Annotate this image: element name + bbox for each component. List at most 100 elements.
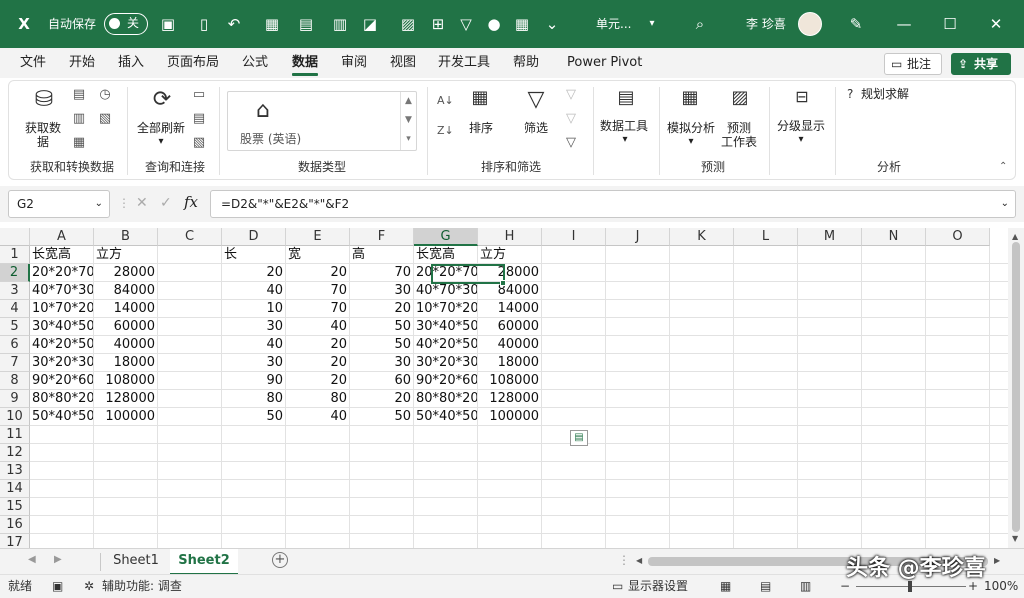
sort-asc-icon[interactable]: A↓	[437, 93, 454, 109]
sort-button[interactable]: 排序	[465, 121, 497, 135]
add-sheet-icon[interactable]: +	[272, 552, 288, 568]
row-header-14[interactable]: 14	[0, 480, 30, 498]
existing-connections-icon[interactable]: ▧	[97, 111, 113, 127]
cell-a5[interactable]: 30*40*50	[30, 318, 93, 336]
cell-a9[interactable]: 80*80*20	[30, 390, 93, 408]
cell-b3[interactable]: 84000	[94, 282, 157, 300]
filter-button[interactable]: 筛选	[517, 121, 555, 135]
tab-view[interactable]: 视图	[390, 48, 416, 78]
enter-icon[interactable]: ✓	[160, 195, 172, 211]
text-csv-icon[interactable]: ▤	[71, 87, 87, 103]
scroll-up-icon[interactable]: ▲	[1012, 232, 1018, 241]
row-header-3[interactable]: 3	[0, 282, 30, 300]
cell-b6[interactable]: 40000	[94, 336, 157, 354]
share-button[interactable]: ⇪ 共享	[951, 53, 1011, 75]
more-icon[interactable]: ⌄	[542, 14, 562, 34]
cell-g5[interactable]: 30*40*50	[414, 318, 477, 336]
row-header-13[interactable]: 13	[0, 462, 30, 480]
picture-icon[interactable]: ◪	[360, 14, 380, 34]
cell-b2[interactable]: 28000	[94, 264, 157, 282]
column-header-j[interactable]: J	[606, 228, 670, 246]
cell-a4[interactable]: 10*70*20	[30, 300, 93, 318]
column-header-l[interactable]: L	[734, 228, 798, 246]
cell-f10[interactable]: 50	[350, 408, 413, 426]
cell-e6[interactable]: 20	[286, 336, 349, 354]
row-header-10[interactable]: 10	[0, 408, 30, 426]
tab-insert[interactable]: 插入	[118, 48, 144, 78]
circle-icon[interactable]: ●	[484, 14, 504, 34]
macro-record-icon[interactable]: ▣	[52, 575, 63, 598]
tab-help[interactable]: 帮助	[513, 48, 539, 78]
cell-e2[interactable]: 20	[286, 264, 349, 282]
column-header-c[interactable]: C	[158, 228, 222, 246]
cell-g1[interactable]: 长宽高	[414, 246, 477, 264]
cell-h1[interactable]: 立方	[478, 246, 541, 264]
formula-input[interactable]: =D2&"*"&E2&"*"&F2 ⌄	[210, 190, 1016, 218]
cell-d8[interactable]: 90	[222, 372, 285, 390]
advanced-filter-icon[interactable]: ▽	[563, 135, 579, 151]
auto-fill-options-icon[interactable]: ▤	[570, 430, 588, 446]
cell-d7[interactable]: 30	[222, 354, 285, 372]
column-header-k[interactable]: K	[670, 228, 734, 246]
cell-b5[interactable]: 60000	[94, 318, 157, 336]
stocks-type[interactable]: 股票 (英语)	[240, 130, 301, 147]
tab-file[interactable]: 文件	[20, 48, 46, 78]
search-icon[interactable]: ⌕	[690, 14, 710, 34]
clear-filter-icon[interactable]: ▽	[563, 87, 579, 103]
tab-formulas[interactable]: 公式	[242, 48, 268, 78]
spreadsheet-grid[interactable]: A B C D E F G H I J K L M N O 1 2 3 4 5 6 7 8 9 10 11 12 13 14 15 16 17…	[0, 228, 1024, 548]
refresh-dropdown-icon[interactable]: ▾	[153, 135, 169, 149]
chart-icon[interactable]: ▨	[398, 14, 418, 34]
solver-button[interactable]: 规划求解	[861, 87, 921, 101]
cell-g10[interactable]: 50*40*50	[414, 408, 477, 426]
tab-data[interactable]: 数据	[292, 48, 319, 78]
row-header-12[interactable]: 12	[0, 444, 30, 462]
cell-h10[interactable]: 100000	[478, 408, 541, 426]
cell-f8[interactable]: 60	[350, 372, 413, 390]
cell-a10[interactable]: 50*40*50	[30, 408, 93, 426]
row-header-4[interactable]: 4	[0, 300, 30, 318]
column-header-o[interactable]: O	[926, 228, 990, 246]
cell-g4[interactable]: 10*70*20	[414, 300, 477, 318]
sort-desc-icon[interactable]: Z↓	[437, 123, 454, 139]
row-header-11[interactable]: 11	[0, 426, 30, 444]
scroll-left-icon[interactable]: ◀	[636, 556, 642, 565]
data-types-gallery[interactable]: ⌂ 股票 (英语) ▲ ▼ ▾	[227, 91, 417, 151]
insert-function-icon[interactable]: fx	[184, 193, 198, 211]
cell-d6[interactable]: 40	[222, 336, 285, 354]
cell-d2[interactable]: 20	[222, 264, 285, 282]
new-file-icon[interactable]: ▯	[194, 14, 214, 34]
form-icon[interactable]: ▦	[262, 14, 282, 34]
outline-dropdown-icon[interactable]: ▾	[793, 133, 809, 147]
cell-d9[interactable]: 80	[222, 390, 285, 408]
autosave-toggle[interactable]: 关	[104, 13, 148, 35]
zoom-slider-thumb[interactable]	[908, 581, 912, 592]
table-grid-icon[interactable]: ▦	[512, 14, 532, 34]
cell-e9[interactable]: 80	[286, 390, 349, 408]
cell-h3[interactable]: 84000	[478, 282, 541, 300]
cell-a1[interactable]: 长宽高	[30, 246, 93, 264]
accessibility-status[interactable]: 辅助功能: 调查	[102, 575, 182, 598]
row-header-7[interactable]: 7	[0, 354, 30, 372]
column-header-b[interactable]: B	[94, 228, 158, 246]
cell-d1[interactable]: 长	[222, 246, 285, 264]
edit-links-icon[interactable]: ▧	[191, 135, 207, 151]
cell-e1[interactable]: 宽	[286, 246, 349, 264]
cell-e4[interactable]: 70	[286, 300, 349, 318]
collapse-ribbon-icon[interactable]: ⌃	[999, 161, 1007, 172]
what-if-dropdown-icon[interactable]: ▾	[683, 135, 699, 149]
column-header-i[interactable]: I	[542, 228, 606, 246]
cell-a2[interactable]: 20*20*70	[30, 264, 93, 282]
sheet-tab-sheet1[interactable]: Sheet1	[102, 549, 170, 575]
cell-e3[interactable]: 70	[286, 282, 349, 300]
row-header-8[interactable]: 8	[0, 372, 30, 390]
recent-sources-icon[interactable]: ◷	[97, 87, 113, 103]
cell-a6[interactable]: 40*20*50	[30, 336, 93, 354]
name-box[interactable]: G2 ⌄	[8, 190, 110, 218]
cell-h5[interactable]: 60000	[478, 318, 541, 336]
what-if-button[interactable]: 模拟分析	[663, 121, 719, 135]
cell-a8[interactable]: 90*20*60	[30, 372, 93, 390]
cell-g6[interactable]: 40*20*50	[414, 336, 477, 354]
display-settings-icon[interactable]: ▭	[612, 575, 623, 598]
sheet-tab-sheet2[interactable]: Sheet2	[170, 549, 238, 575]
